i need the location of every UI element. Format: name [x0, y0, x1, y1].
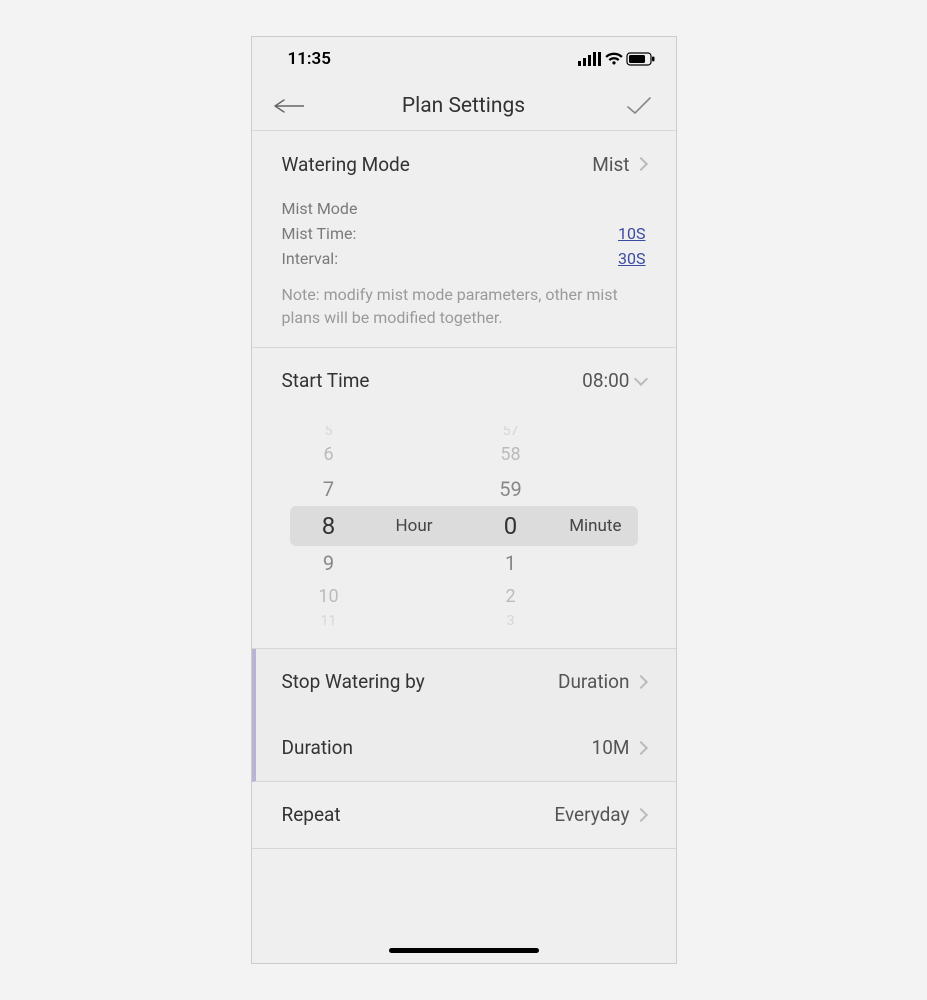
mist-mode-label: Mist Mode	[282, 197, 646, 220]
start-time-row[interactable]: Start Time 08:00	[252, 348, 676, 414]
hour-option-selected: 8	[322, 506, 336, 546]
duration-row[interactable]: Duration 10M	[256, 715, 676, 781]
minute-option-selected: 0	[504, 506, 518, 546]
minute-option: 1	[505, 546, 516, 580]
stop-watering-by-row[interactable]: Stop Watering by Duration	[256, 649, 676, 715]
wifi-icon	[604, 52, 624, 66]
chevron-right-icon	[633, 157, 647, 171]
interval-link[interactable]: 30S	[618, 247, 645, 270]
hour-option: 10	[318, 580, 338, 614]
phone-screen: 11:35 Plan Settings	[251, 36, 677, 964]
status-time: 11:35	[288, 49, 331, 69]
mist-time-label: Mist Time:	[282, 222, 357, 245]
repeat-row[interactable]: Repeat Everyday	[252, 782, 676, 848]
back-arrow-icon	[274, 99, 304, 113]
confirm-button[interactable]	[624, 94, 654, 118]
duration-label: Duration	[282, 736, 354, 759]
chevron-right-icon	[633, 741, 647, 755]
start-time-section: Start Time 08:00 5 6 7 8 9 10 11 Hour	[252, 348, 676, 649]
watering-mode-value-text: Mist	[592, 153, 629, 176]
hour-label: Hour	[396, 506, 433, 546]
mist-time-link[interactable]: 10S	[618, 222, 645, 245]
hour-picker-column[interactable]: 5 6 7 8 9 10 11	[304, 426, 354, 626]
page-title: Plan Settings	[304, 94, 624, 118]
start-time-value: 08:00	[582, 369, 645, 392]
minute-option: 3	[507, 614, 515, 626]
repeat-label: Repeat	[282, 803, 341, 826]
repeat-value: Everyday	[554, 803, 645, 826]
repeat-value-text: Everyday	[554, 803, 629, 826]
interval-label: Interval:	[282, 247, 339, 270]
repeat-section: Repeat Everyday	[252, 782, 676, 849]
chevron-right-icon	[633, 808, 647, 822]
duration-value-text: 10M	[592, 736, 630, 759]
hour-option: 5	[325, 426, 333, 438]
chevron-down-icon	[633, 372, 647, 386]
watering-mode-label: Watering Mode	[282, 153, 410, 176]
start-time-label: Start Time	[282, 369, 370, 392]
stop-duration-group: Stop Watering by Duration Duration 10M	[252, 649, 676, 782]
nav-bar: Plan Settings	[252, 81, 676, 131]
minute-picker-column[interactable]: 57 58 59 0 1 2 3	[486, 426, 536, 626]
minute-option: 58	[500, 438, 520, 472]
minute-option: 59	[499, 472, 521, 506]
minute-label: Minute	[569, 506, 621, 546]
mist-mode-details: Mist Mode Mist Time: 10S Interval: 30S N…	[252, 197, 676, 347]
watering-mode-value: Mist	[592, 153, 645, 176]
mist-note: Note: modify mist mode parameters, other…	[282, 283, 646, 329]
duration-value: 10M	[592, 736, 646, 759]
home-indicator[interactable]	[389, 948, 539, 953]
stop-watering-by-value: Duration	[558, 670, 646, 693]
hour-option: 7	[323, 472, 334, 506]
start-time-value-text: 08:00	[582, 369, 629, 392]
stop-watering-by-value-text: Duration	[558, 670, 630, 693]
hour-option: 6	[323, 438, 333, 472]
hour-option: 9	[323, 546, 334, 580]
status-icons	[578, 52, 656, 66]
stop-watering-by-label: Stop Watering by	[282, 670, 425, 693]
chevron-right-icon	[633, 675, 647, 689]
cellular-icon	[578, 52, 602, 66]
back-button[interactable]	[274, 94, 304, 118]
battery-icon	[626, 52, 656, 66]
checkmark-icon	[626, 96, 652, 116]
hour-option: 11	[321, 614, 337, 626]
minute-option: 2	[505, 580, 515, 614]
watering-mode-section: Watering Mode Mist Mist Mode Mist Time: …	[252, 131, 676, 348]
status-bar: 11:35	[252, 37, 676, 81]
minute-option: 57	[503, 426, 519, 438]
watering-mode-row[interactable]: Watering Mode Mist	[252, 131, 676, 197]
time-picker[interactable]: 5 6 7 8 9 10 11 Hour 57 58 59 0 1 2 3	[252, 414, 676, 648]
